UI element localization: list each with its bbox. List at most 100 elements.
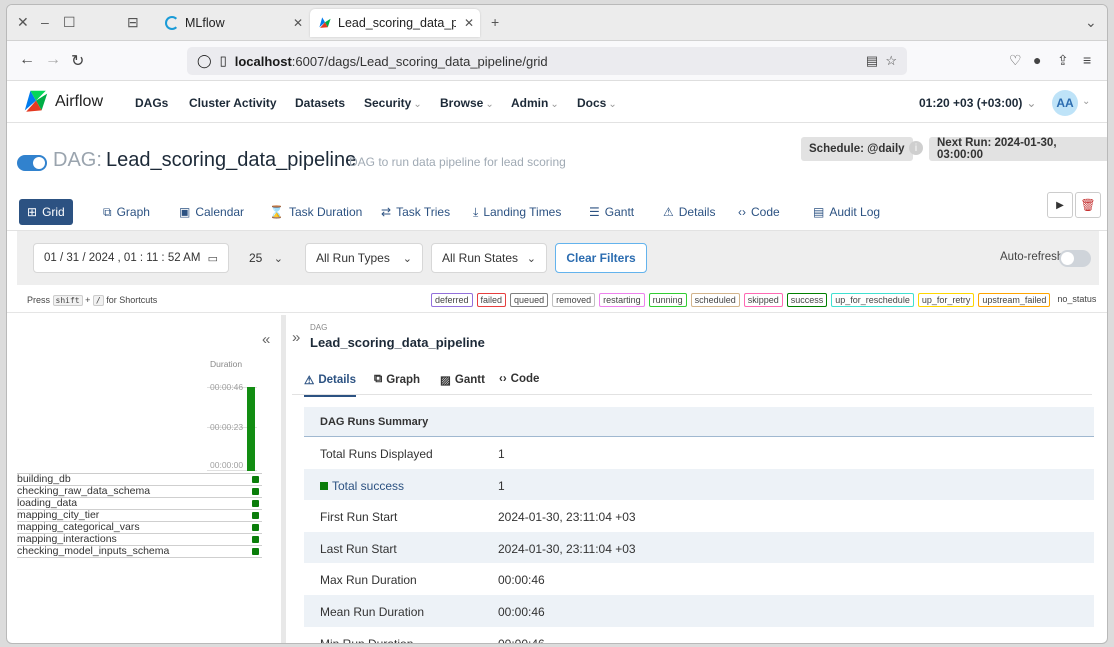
menu-browse[interactable]: Browse ⌄	[440, 96, 494, 110]
run-type-select[interactable]: All Run Types ⌄	[305, 243, 423, 273]
tab-details[interactable]: ⚠ Details	[304, 373, 357, 397]
summary-key: Total Runs Displayed	[320, 447, 433, 461]
minimize-icon[interactable]: –	[41, 14, 49, 30]
caret-down-icon[interactable]: ⌄	[1082, 96, 1090, 107]
back-icon[interactable]: ←	[19, 51, 35, 69]
tab-graph[interactable]: ⧉ Graph	[103, 199, 150, 225]
dag-runs-summary: DAG Runs Summary Total Runs Displayed 1 To…	[304, 407, 1094, 644]
tab-gantt[interactable]: ▨ Gantt	[440, 373, 485, 387]
browser-tab-bar: ✕ – ☐ ⊟ MLflow ✕ Lead_scoring_data_pipe …	[7, 5, 1107, 41]
legend-upstream-failed[interactable]: upstream_failed	[978, 293, 1051, 307]
info-icon[interactable]: i	[909, 141, 923, 155]
menu-security[interactable]: Security ⌄	[364, 96, 422, 110]
caret-down-icon: ⌄	[1026, 96, 1037, 110]
extension-icon[interactable]: ●	[1033, 52, 1041, 68]
num-runs-select[interactable]: 25 ⌄	[239, 243, 293, 273]
reload-icon[interactable]: ↻	[71, 51, 84, 71]
legend-deferred[interactable]: deferred	[431, 293, 473, 307]
legend-scheduled[interactable]: scheduled	[690, 293, 740, 307]
tab-gantt[interactable]: ☰ Gantt	[589, 199, 634, 225]
close-tab-icon[interactable]: ✕	[464, 16, 474, 30]
expand-icon[interactable]: »	[292, 329, 300, 346]
menu-datasets[interactable]: Datasets	[295, 96, 345, 110]
trigger-dag-button[interactable]: ▶	[1047, 192, 1073, 218]
tab-airflow[interactable]: Lead_scoring_data_pipe ✕	[310, 9, 480, 37]
maximize-icon[interactable]: ☐	[63, 14, 76, 31]
summary-value: 2024-01-30, 23:11:04 +03	[498, 510, 636, 525]
share-icon[interactable]: ⇪	[1057, 52, 1069, 69]
collapse-icon[interactable]: «	[262, 331, 270, 348]
task-instance-success[interactable]	[252, 500, 259, 507]
legend-restarting[interactable]: restarting	[599, 293, 645, 307]
retry-icon: ⇄	[381, 205, 392, 219]
tab-landing-times[interactable]: ⤓ Landing Times	[473, 199, 561, 225]
run-state-select[interactable]: All Run States ⌄	[431, 243, 547, 273]
tab-code[interactable]: ‹› Code	[738, 199, 780, 225]
run-duration-bar[interactable]	[247, 387, 255, 471]
timezone-clock[interactable]: 01:20 +03 (+03:00) ⌄	[919, 96, 1036, 110]
task-instance-success[interactable]	[252, 488, 259, 495]
menu-admin[interactable]: Admin ⌄	[511, 96, 559, 110]
summary-row: Max Run Duration 00:00:46	[304, 563, 1094, 595]
menu-cluster-activity[interactable]: Cluster Activity	[189, 96, 277, 110]
url-bar[interactable]: ◯ ▯ localhost :6007/dags/Lead_scoring_da…	[187, 47, 907, 75]
task-instance-success[interactable]	[252, 512, 259, 519]
legend-up-for-reschedule[interactable]: up_for_reschedule	[831, 293, 914, 307]
task-name: checking_raw_data_schema	[17, 485, 151, 497]
user-avatar[interactable]: AA	[1052, 90, 1078, 116]
forward-icon[interactable]: →	[45, 51, 61, 69]
task-row[interactable]: checking_model_inputs_schema	[17, 546, 262, 558]
tab-task-duration[interactable]: ⌛ Task Duration	[269, 199, 362, 225]
close-tab-icon[interactable]: ✕	[293, 16, 303, 30]
duration-tick: 00:00:00	[210, 460, 244, 470]
menu-docs[interactable]: Docs ⌄	[577, 96, 617, 110]
legend-no-status[interactable]: no_status	[1054, 293, 1099, 307]
chevron-down-icon: ⌄	[273, 252, 283, 265]
menu-dags[interactable]: DAGs	[135, 96, 168, 110]
menu-icon[interactable]: ≡	[1083, 52, 1091, 68]
task-instance-success[interactable]	[252, 548, 259, 555]
reader-icon[interactable]: ▤ ☆	[866, 53, 897, 69]
legend-removed[interactable]: removed	[552, 293, 596, 307]
auto-refresh-label: Auto-refresh	[1000, 251, 1064, 263]
calendar-icon[interactable]: ▭	[208, 252, 218, 265]
task-instance-success[interactable]	[252, 476, 259, 483]
pocket-icon[interactable]: ♡	[1009, 52, 1022, 69]
task-instance-success[interactable]	[252, 524, 259, 531]
new-tab-icon[interactable]: +	[491, 14, 499, 30]
trash-icon: 🗑	[1080, 198, 1096, 212]
schedule-badge[interactable]: Schedule: @daily	[801, 137, 913, 161]
summary-row: Mean Run Duration 00:00:46	[304, 594, 1094, 627]
auto-refresh-toggle[interactable]	[1059, 250, 1091, 267]
duration-tick: 00:00:23	[210, 422, 244, 432]
legend-failed[interactable]: failed	[476, 293, 507, 307]
legend-running[interactable]: running	[648, 293, 687, 307]
chevron-down-icon[interactable]: ⌄	[1085, 14, 1097, 31]
dag-pause-toggle[interactable]	[17, 155, 47, 171]
calendar-icon: ▣	[179, 205, 191, 219]
tab-code[interactable]: ‹› Code	[499, 373, 539, 385]
delete-dag-button[interactable]: 🗑	[1075, 192, 1101, 218]
tab-graph[interactable]: ⧉ Graph	[374, 373, 420, 386]
tab-task-tries[interactable]: ⇄ Task Tries	[381, 199, 450, 225]
airflow-logo[interactable]: Airflow	[21, 88, 103, 116]
tab-list-icon[interactable]: ⊟	[127, 14, 139, 31]
caret-down-icon: ⌄	[608, 99, 617, 110]
task-instance-success[interactable]	[252, 536, 259, 543]
base-date-input[interactable]: 01 / 31 / 2024 , 01 : 11 : 52 AM ▭	[33, 243, 229, 273]
legend-up-for-retry[interactable]: up_for_retry	[917, 293, 975, 307]
summary-key[interactable]: Total success	[320, 479, 404, 493]
tab-calendar[interactable]: ▣ Calendar	[179, 199, 244, 225]
legend-skipped[interactable]: skipped	[743, 293, 783, 307]
close-window-icon[interactable]: ✕	[17, 14, 29, 31]
summary-value: 00:00:46	[498, 636, 545, 644]
legend-success[interactable]: success	[786, 293, 828, 307]
tab-audit-log[interactable]: ▤ Audit Log	[813, 199, 880, 225]
tab-details[interactable]: ⚠ Details	[663, 199, 715, 225]
clear-filters-button[interactable]: Clear Filters	[555, 243, 647, 273]
tab-mlflow[interactable]: MLflow ✕	[157, 9, 307, 37]
next-run-badge[interactable]: Next Run: 2024-01-30, 03:00:00	[929, 137, 1107, 161]
legend-queued[interactable]: queued	[510, 293, 549, 307]
panel-divider[interactable]	[281, 315, 286, 643]
tab-grid[interactable]: ⊞ Grid	[19, 199, 73, 225]
